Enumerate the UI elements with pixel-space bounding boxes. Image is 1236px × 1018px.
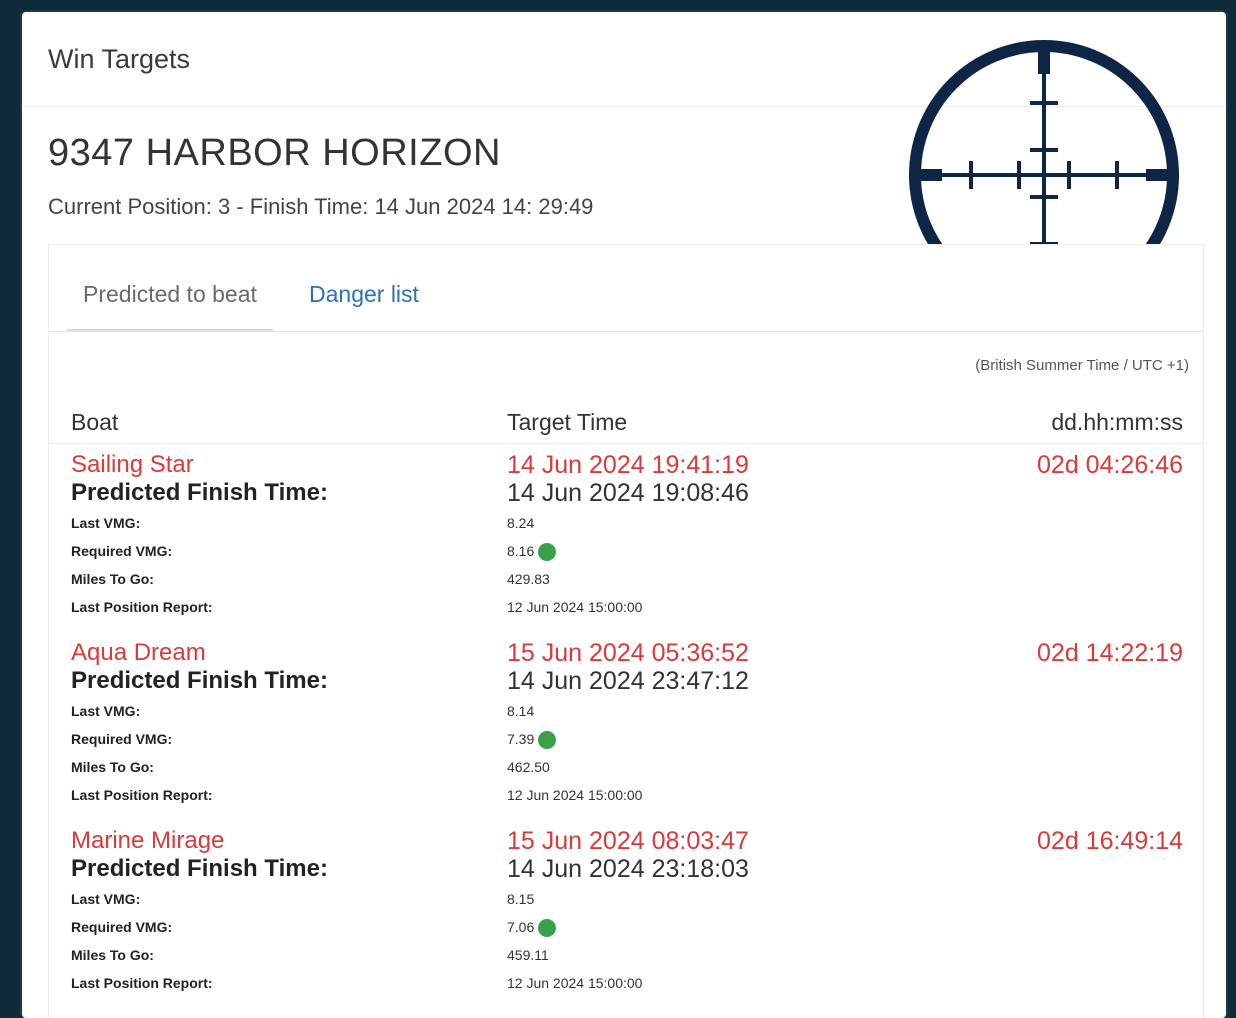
status-dot-icon: [538, 543, 557, 562]
predicted-finish-value: 14 Jun 2024 19:08:46: [507, 479, 749, 507]
required-vmg-value: 8.16: [507, 543, 535, 559]
time-remaining: 02d 14:22:19: [1037, 639, 1183, 667]
predicted-finish-value: 14 Jun 2024 23:47:12: [507, 667, 749, 695]
required-vmg-label: Required VMG:: [71, 919, 173, 935]
last-vmg-value: 8.14: [507, 703, 535, 719]
tab-bar: Predicted to beat Danger list: [49, 265, 1203, 332]
required-vmg: 7.39: [507, 731, 557, 750]
column-header-boat: Boat: [71, 409, 119, 435]
table-row: Marine Mirage 15 Jun 2024 08:03:47 02d 1…: [49, 821, 1203, 1009]
panel-title: Win Targets: [48, 43, 191, 74]
boat-title: 9347 HARBOR HORIZON: [48, 132, 501, 174]
miles-to-go-value: 429.83: [507, 571, 550, 587]
column-header-target-time: Target Time: [507, 409, 628, 435]
current-position-status: Current Position: 3 - Finish Time: 14 Ju…: [48, 194, 594, 219]
boat-link[interactable]: Sailing Star: [71, 451, 194, 479]
time-remaining: 02d 04:26:46: [1037, 451, 1183, 479]
last-position-report-label: Last Position Report:: [71, 975, 213, 991]
required-vmg-value: 7.06: [507, 919, 535, 935]
miles-to-go-label: Miles To Go:: [71, 947, 154, 963]
required-vmg-value: 7.39: [507, 731, 535, 747]
tab-predicted-to-beat[interactable]: Predicted to beat: [67, 265, 273, 331]
last-position-report-label: Last Position Report:: [71, 787, 213, 803]
table-row: Aqua Dream 15 Jun 2024 05:36:52 02d 14:2…: [49, 633, 1203, 821]
predicted-finish-label: Predicted Finish Time:: [71, 667, 328, 694]
last-vmg-value: 8.15: [507, 891, 535, 907]
win-targets-panel: Win Targets 9347 HARBOR HORIZON Current …: [22, 12, 1226, 1018]
last-vmg-value: 8.24: [507, 515, 535, 531]
predicted-finish-label: Predicted Finish Time:: [71, 479, 328, 506]
status-dot-icon: [538, 919, 557, 938]
predicted-finish-value: 14 Jun 2024 23:18:03: [507, 855, 749, 883]
miles-to-go-label: Miles To Go:: [71, 759, 154, 775]
miles-to-go-value: 462.50: [507, 759, 550, 775]
target-time: 14 Jun 2024 19:41:19: [507, 451, 749, 479]
required-vmg: 7.06: [507, 919, 557, 938]
status-dot-icon: [538, 731, 557, 750]
required-vmg-label: Required VMG:: [71, 731, 173, 747]
miles-to-go-label: Miles To Go:: [71, 571, 154, 587]
last-vmg-label: Last VMG:: [71, 515, 141, 531]
last-vmg-label: Last VMG:: [71, 703, 141, 719]
required-vmg: 8.16: [507, 543, 557, 562]
target-time: 15 Jun 2024 08:03:47: [507, 827, 749, 855]
column-header-duration: dd.hh:mm:ss: [1051, 409, 1183, 435]
last-vmg-label: Last VMG:: [71, 891, 141, 907]
target-time: 15 Jun 2024 05:36:52: [507, 639, 749, 667]
last-position-report-value: 12 Jun 2024 15:00:00: [507, 599, 643, 615]
table-body: Sailing Star 14 Jun 2024 19:41:19 02d 04…: [49, 445, 1203, 1009]
tab-danger-list[interactable]: Danger list: [293, 265, 435, 331]
timezone-note: (British Summer Time / UTC +1): [975, 357, 1189, 374]
boat-link[interactable]: Aqua Dream: [71, 639, 206, 667]
table-row: Sailing Star 14 Jun 2024 19:41:19 02d 04…: [49, 445, 1203, 633]
required-vmg-label: Required VMG:: [71, 543, 173, 559]
last-position-report-label: Last Position Report:: [71, 599, 213, 615]
table-header: Boat Target Time dd.hh:mm:ss: [49, 397, 1203, 444]
last-position-report-value: 12 Jun 2024 15:00:00: [507, 975, 643, 991]
last-position-report-value: 12 Jun 2024 15:00:00: [507, 787, 643, 803]
predicted-finish-label: Predicted Finish Time:: [71, 855, 328, 882]
boat-link[interactable]: Marine Mirage: [71, 827, 224, 855]
time-remaining: 02d 16:49:14: [1037, 827, 1183, 855]
targets-card: Predicted to beat Danger list (British S…: [48, 244, 1204, 1018]
miles-to-go-value: 459.11: [507, 947, 549, 963]
